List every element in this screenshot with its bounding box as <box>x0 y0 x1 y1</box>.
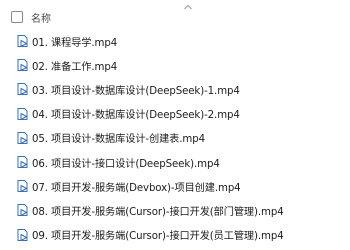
video-file-icon <box>17 107 28 120</box>
column-header-name[interactable]: 名称 <box>31 10 51 25</box>
video-file-icon <box>17 83 28 96</box>
file-list: 01. 课程导学.mp4 02. 准备工作.mp4 03. 项目设计-数据库设计… <box>0 29 350 247</box>
file-name: 02. 准备工作.mp4 <box>32 61 118 73</box>
video-file-icon <box>17 35 28 48</box>
select-all-checkbox[interactable] <box>11 11 23 23</box>
list-item[interactable]: 02. 准备工作.mp4 <box>0 53 350 77</box>
file-name: 04. 项目设计-数据库设计(DeepSeek)-2.mp4 <box>32 110 240 122</box>
file-name: 03. 项目设计-数据库设计(DeepSeek)-1.mp4 <box>32 85 240 97</box>
list-item[interactable]: 03. 项目设计-数据库设计(DeepSeek)-1.mp4 <box>0 77 350 101</box>
list-item[interactable]: 04. 项目设计-数据库设计(DeepSeek)-2.mp4 <box>0 102 350 126</box>
video-file-icon <box>17 131 28 144</box>
list-item[interactable]: 01. 课程导学.mp4 <box>0 29 350 53</box>
list-item[interactable]: 08. 项目开发-服务端(Cursor)-接口开发(部门管理).mp4 <box>0 198 350 222</box>
file-name: 07. 项目开发-服务端(Devbox)-项目创建.mp4 <box>32 182 241 194</box>
list-item[interactable]: 06. 项目设计-接口设计(DeepSeek).mp4 <box>0 150 350 174</box>
video-file-icon <box>17 59 28 72</box>
list-item[interactable]: 05. 项目设计-数据库设计-创建表.mp4 <box>0 126 350 150</box>
video-file-icon <box>17 180 28 193</box>
list-item[interactable]: 09. 项目开发-服务端(Cursor)-接口开发(员工管理).mp4 <box>0 223 350 247</box>
file-explorer: 名称 01. 课程导学.mp4 02. 准备工作.mp4 03. 项目设计-数据… <box>0 0 350 250</box>
video-file-icon <box>17 156 28 169</box>
file-name: 01. 课程导学.mp4 <box>32 37 118 49</box>
file-name: 08. 项目开发-服务端(Cursor)-接口开发(部门管理).mp4 <box>32 206 284 218</box>
file-name: 06. 项目设计-接口设计(DeepSeek).mp4 <box>32 158 220 170</box>
column-header: 名称 <box>0 6 350 28</box>
file-name: 05. 项目设计-数据库设计-创建表.mp4 <box>32 134 205 146</box>
list-item[interactable]: 07. 项目开发-服务端(Devbox)-项目创建.mp4 <box>0 174 350 198</box>
file-name: 09. 项目开发-服务端(Cursor)-接口开发(员工管理).mp4 <box>32 231 284 243</box>
video-file-icon <box>17 228 28 241</box>
video-file-icon <box>17 204 28 217</box>
